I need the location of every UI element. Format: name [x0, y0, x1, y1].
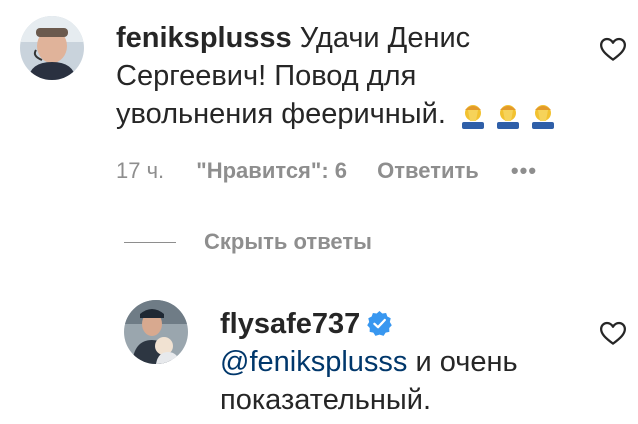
face-palm-emoji-group: [460, 101, 557, 139]
comment-line-3: увольнения фееричный.: [116, 95, 586, 139]
hide-replies-toggle[interactable]: Скрыть ответы: [124, 228, 372, 256]
reply-like-heart-icon[interactable]: [598, 318, 628, 348]
face-palm-emoji-icon: [532, 105, 555, 129]
reply-button[interactable]: Ответить: [377, 157, 479, 185]
comment-text-line-2: Сергеевич! Повод для: [116, 60, 417, 92]
comment-username[interactable]: feniksplusss: [116, 22, 292, 54]
like-heart-icon[interactable]: [598, 34, 628, 64]
hide-replies-label[interactable]: Скрыть ответы: [204, 229, 372, 255]
reply-comment-body: flysafe737 @feniksplusss и очень показат…: [220, 305, 600, 419]
more-options-icon[interactable]: •••: [511, 157, 537, 185]
hide-replies-divider: [124, 241, 176, 243]
verified-badge-icon: [367, 311, 393, 336]
mention-link[interactable]: @feniksplusss: [220, 346, 407, 378]
comment-body: feniksplusss Удачи Денис Сергеевич! Пово…: [116, 19, 586, 139]
comment-text-line-1: Удачи Денис: [299, 22, 471, 54]
face-palm-emoji-icon: [461, 105, 484, 129]
comment-timestamp[interactable]: 17 ч.: [116, 157, 164, 185]
comment-meta-row: 17 ч. "Нравится": 6 Ответить •••: [116, 156, 537, 185]
avatar-feniksplusss[interactable]: [20, 16, 84, 80]
reply-text-line-1: и очень: [407, 346, 518, 378]
comment-text-line-3: увольнения фееричный.: [116, 98, 446, 130]
reply-username[interactable]: flysafe737: [220, 308, 360, 340]
comment-line-1: feniksplusss Удачи Денис: [116, 19, 586, 57]
reply-text-line-2: показательный.: [220, 384, 432, 416]
reply-line-2: @feniksplusss и очень: [220, 343, 600, 381]
comment-likes-count[interactable]: "Нравится": 6: [196, 157, 347, 185]
reply-line-1: flysafe737: [220, 305, 600, 343]
avatar-flysafe737[interactable]: [124, 300, 188, 364]
face-palm-emoji-icon: [497, 105, 520, 129]
